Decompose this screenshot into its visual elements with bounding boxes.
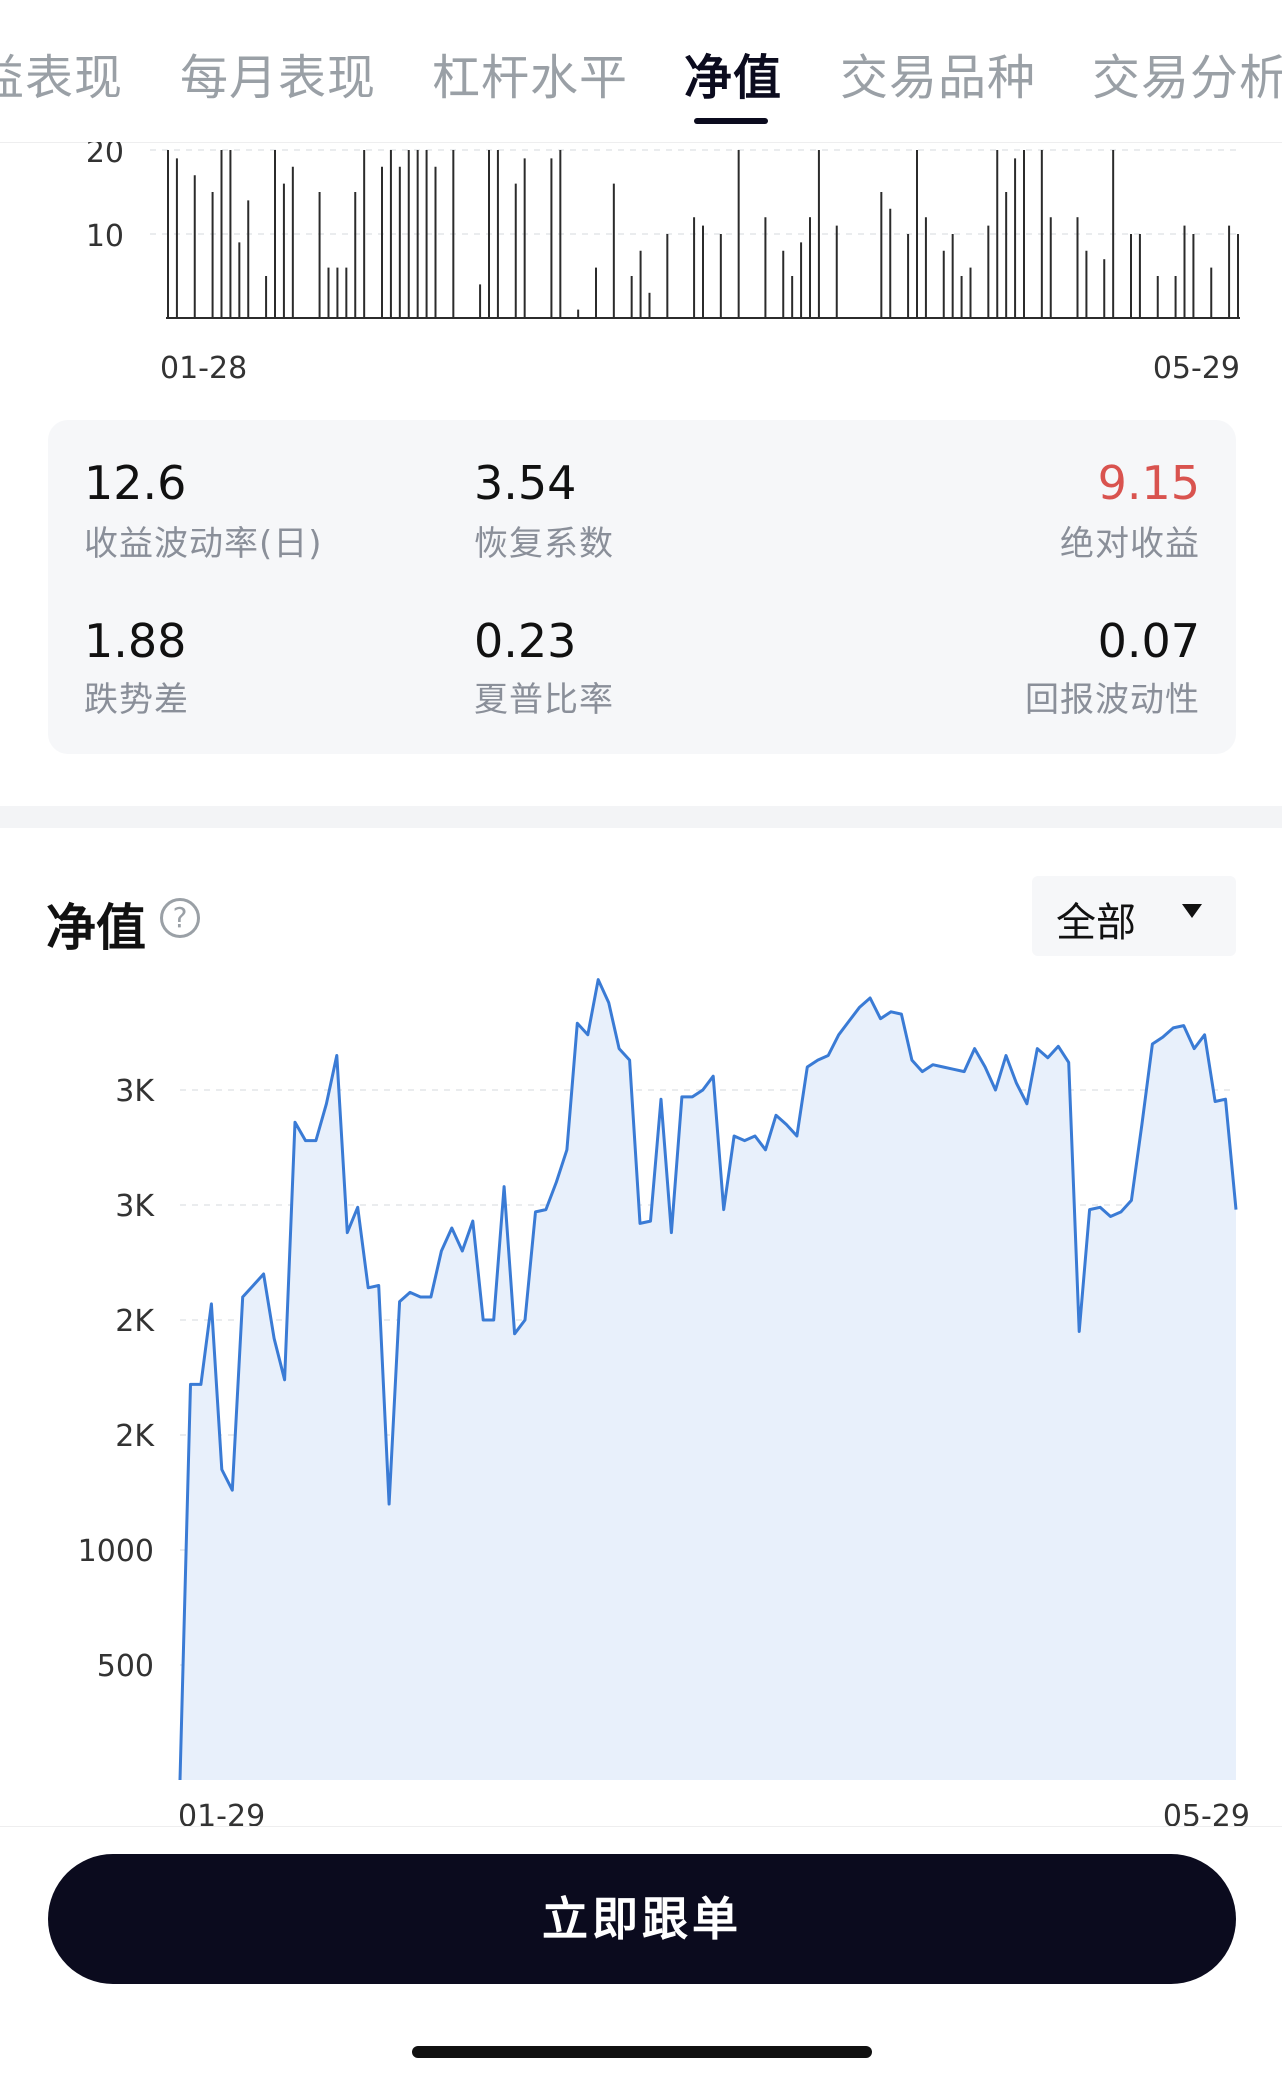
y-tick-label: 20 [86,142,124,170]
tab-item[interactable]: 益表现 [0,38,123,108]
stat-label: 绝对收益 [1060,524,1200,564]
stat-label: 夏普比率 [474,680,614,720]
stat-value: 9.15 [1097,456,1200,510]
x-tick-label: 05-29 [1153,351,1240,386]
stat-value: 0.23 [474,614,577,668]
question-circle-icon[interactable]: ? [160,898,200,938]
y-tick-label: 2K [115,1419,155,1454]
stat-value: 0.07 [1097,614,1200,668]
y-tick-label: 10 [86,219,124,254]
range-select-label: 全部 [1056,900,1136,946]
stat-label: 回报波动性 [1025,680,1200,720]
stat-value: 12.6 [84,456,187,510]
range-select[interactable]: 全部 [1032,876,1236,956]
x-tick-label: 01-28 [160,351,247,386]
tab-item[interactable]: 交易分析 [1092,38,1282,108]
y-tick-label: 3K [115,1074,155,1109]
active-tab-indicator [694,118,768,124]
tab-item[interactable]: 交易品种 [840,38,1036,108]
home-indicator [412,2046,872,2058]
caret-down-icon [1182,904,1202,918]
x-tick-label: 01-29 [178,1799,265,1826]
y-tick-label: 500 [97,1649,154,1684]
stat-label: 跌势差 [84,680,189,720]
stat-value: 1.88 [84,614,187,668]
stat-label: 收益波动率(日) [84,524,323,564]
section-divider [0,806,1282,828]
x-tick-label: 05-29 [1163,1799,1250,1826]
y-tick-label: 3K [115,1189,155,1224]
stats-card: 12.6 收益波动率(日) 3.54 恢复系数 9.15 绝对收益 1.88 跌… [48,420,1236,754]
follow-now-button[interactable]: 立即跟单 [48,1854,1236,1984]
y-tick-label: 2K [115,1304,155,1339]
stat-value: 3.54 [474,456,577,510]
tab-bar: 益表现每月表现杠杆水平净值交易品种交易分析 [0,0,1282,143]
daily-bar-chart: 20 10 01-28 05-29 [86,142,1240,386]
tab-item[interactable]: 每月表现 [180,38,376,108]
stat-label: 恢复系数 [474,524,614,564]
y-tick-label: 1000 [78,1534,154,1569]
section-title: 净值 [46,899,146,957]
net-value-chart: 3K 3K 2K 2K 1000 500 01-29 05-29 [78,978,1250,1826]
tab-item[interactable]: 杠杆水平 [432,38,628,108]
tab-item[interactable]: 净值 [684,38,782,108]
